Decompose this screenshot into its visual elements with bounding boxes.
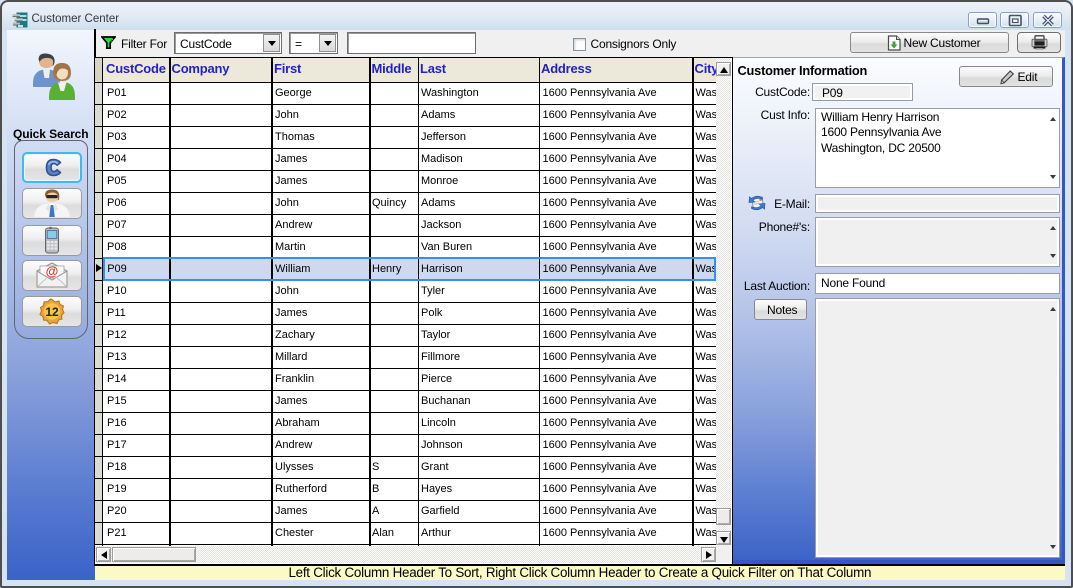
svg-text:12: 12 <box>45 305 59 319</box>
svg-text:@: @ <box>45 264 58 279</box>
